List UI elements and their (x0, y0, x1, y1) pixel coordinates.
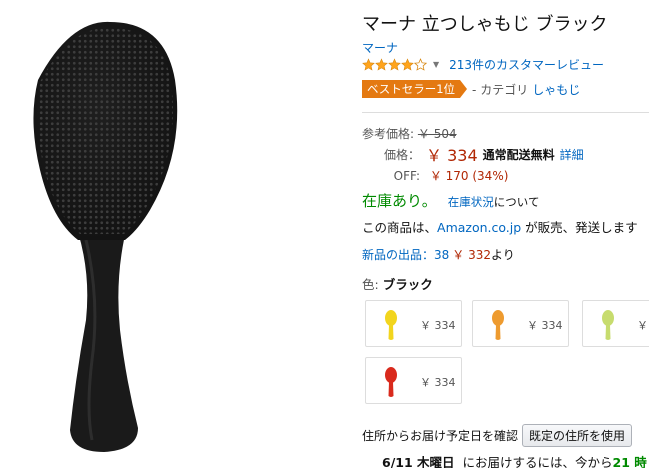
sold-by-prefix: この商品は、 (362, 220, 438, 235)
swatch-price: ￥ 334 (420, 376, 456, 389)
empty-star-icon (414, 57, 427, 71)
delivery-check-row: 住所からお届け予定日を確認 既定の住所を使用 (362, 423, 633, 447)
swatch-price: ￥ 334 (420, 319, 456, 332)
star-icon (401, 57, 414, 70)
reference-price-label: 参考価格: (362, 127, 415, 141)
bestseller-badge[interactable]: ベストセラー1位 (362, 80, 468, 98)
stock-status-suffix: について (493, 195, 540, 209)
discount-row: OFF: ￥ 170 (34%) (362, 167, 509, 184)
stock-status-link[interactable]: 在庫状況 (448, 195, 494, 209)
category-link[interactable]: しゃもじ (532, 81, 580, 98)
star-icon (375, 57, 388, 70)
in-stock-text: 在庫あり。 (362, 192, 437, 210)
reference-price: ￥ 504 (417, 127, 457, 141)
price-label: 価格： (383, 147, 420, 162)
star-icon (388, 57, 401, 70)
color-label: 色: (362, 277, 379, 292)
chevron-down-icon[interactable]: ▼ (433, 60, 439, 69)
lime-spatula-icon (602, 310, 614, 340)
product-info: マーナ 立つしゃもじ ブラック マーナ ▼ 213件のカスタマーレビュー ベスト… (362, 0, 649, 468)
delivery-date: 6/11 木曜日 (382, 455, 455, 468)
color-swatch-orange[interactable]: ￥ 334 (472, 300, 569, 347)
color-swatch-yellow[interactable]: ￥ 334 (365, 300, 462, 347)
offers-price: ￥ 332 (452, 248, 492, 262)
yellow-spatula-icon (385, 310, 397, 340)
swatch-price: ￥ (637, 319, 648, 332)
discount-value: ￥ 170 (34%) (429, 169, 509, 183)
stock-row: 在庫あり。 在庫状況について (362, 190, 539, 211)
color-row: 色: ブラック (362, 274, 433, 293)
color-selected: ブラック (382, 277, 433, 292)
category-label: - カテゴリ (472, 82, 529, 97)
use-default-address-button[interactable]: 既定の住所を使用 (522, 423, 633, 447)
delivery-text: にお届けするには、今から (462, 455, 613, 468)
swatch-price: ￥ 334 (527, 319, 563, 332)
red-spatula-icon (385, 367, 397, 397)
color-swatch-lime[interactable]: ￥ (582, 300, 649, 347)
color-swatch-red[interactable]: ￥ 334 (365, 357, 462, 404)
sold-by-row: この商品は、Amazon.co.jp が販売、発送します (362, 217, 638, 236)
brand-link[interactable]: マーナ (362, 39, 398, 56)
star-rating[interactable] (362, 57, 427, 71)
offers-suffix: より (491, 248, 515, 262)
product-image[interactable] (0, 0, 355, 468)
divider (362, 112, 649, 113)
amazon-link[interactable]: Amazon.co.jp (437, 220, 521, 235)
spatula-image (33, 21, 178, 452)
offers-row: 新品の出品：38 ￥ 332より (362, 246, 515, 263)
review-count-link[interactable]: 213件のカスタマーレビュー (449, 56, 604, 73)
free-shipping-text: 通常配送無料 (482, 147, 555, 162)
product-title: マーナ 立つしゃもじ ブラック (362, 14, 608, 35)
reference-price-row: 参考価格: ￥ 504 (362, 125, 457, 142)
star-icon (362, 57, 375, 70)
delivery-date-row: 6/11 木曜日 にお届けするには、今から21 時 (382, 452, 647, 468)
new-offers-link[interactable]: 新品の出品：38 (362, 248, 449, 262)
discount-label: OFF: (393, 169, 420, 183)
sold-by-suffix: が販売、発送します (521, 220, 638, 235)
delivery-question: 住所からお届け予定日を確認 (362, 428, 519, 443)
shipping-details-link[interactable]: 詳細 (560, 146, 584, 163)
orange-spatula-icon (492, 310, 504, 340)
price-value: ￥ 334 (426, 146, 478, 165)
bestseller-row: ベストセラー1位 - カテゴリ しゃもじ (362, 80, 580, 98)
rating-row: ▼ 213件のカスタマーレビュー (362, 56, 604, 72)
price-row: 価格： ￥ 334 通常配送無料 詳細 (362, 144, 584, 165)
delivery-countdown: 21 時 (612, 455, 647, 468)
